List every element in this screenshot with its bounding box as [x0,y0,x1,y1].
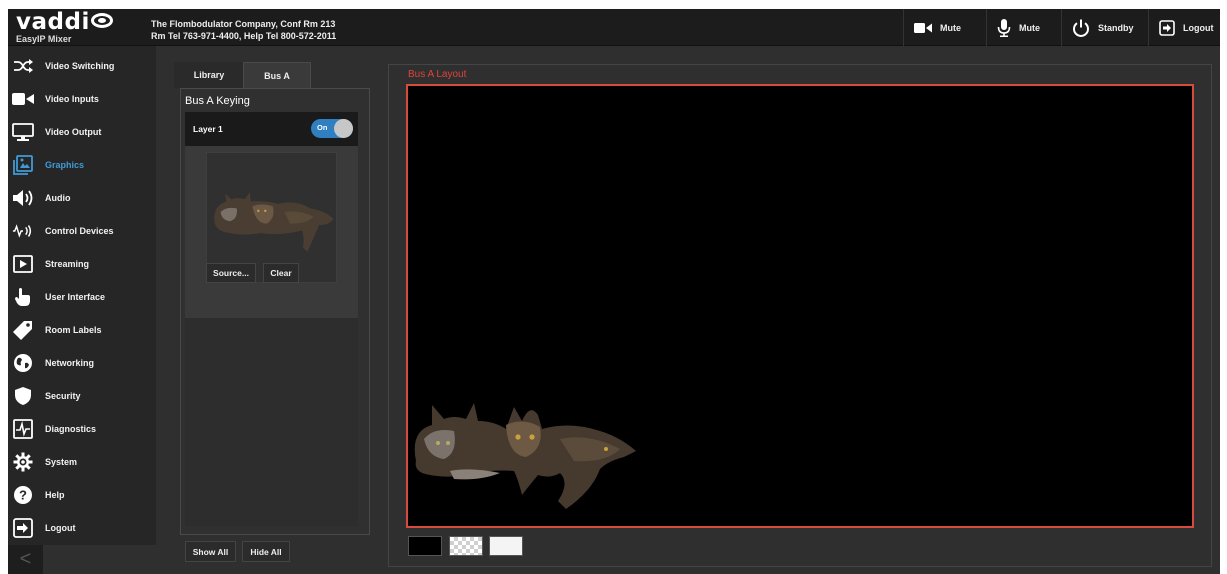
sidebar-item-label: Diagnostics [45,424,97,434]
company-line: The Flombodulator Company, Conf Rm 213 [151,19,336,29]
monitor-icon [12,121,34,143]
hide-all-button[interactable]: Hide All [242,541,290,562]
hand-pointer-icon [12,286,34,308]
sidebar-item-video-switching[interactable]: Video Switching [8,50,156,82]
gear-icon [12,451,34,473]
audio-mute-button[interactable]: Mute [986,9,1058,46]
video-mute-button[interactable]: Mute [903,9,978,46]
tab-bus-a[interactable]: Bus A [243,62,311,88]
sidebar-item-help[interactable]: ? Help [8,479,156,511]
product-name: EasyIP Mixer [16,34,72,44]
sidebar-item-audio[interactable]: Audio [8,182,156,214]
sidebar-item-diagnostics[interactable]: Diagnostics [8,413,156,445]
layer-header: Layer 1 On [185,112,358,146]
layout-title: Bus A Layout [408,69,467,80]
sidebar: Video Switching Video Inputs Video Outpu… [8,46,156,545]
sidebar-item-label: Graphics [45,160,85,170]
swatch-white[interactable] [489,536,523,556]
layer-on-toggle[interactable]: On [311,119,353,138]
logo-o-mark [90,13,113,28]
sidebar-item-logout[interactable]: Logout [8,512,156,544]
sidebar-item-video-inputs[interactable]: Video Inputs [8,83,156,115]
layer-list-empty-area [185,318,358,526]
power-icon [1073,19,1089,37]
graphics-icon [12,154,34,176]
sidebar-collapse-button[interactable]: < [8,545,43,574]
toggle-knob [334,119,353,138]
keying-panel: Library Bus A Bus A Keying Layer 1 On So… [168,59,381,567]
header-logout-button[interactable]: Logout [1148,9,1220,46]
sidebar-item-label: Networking [45,358,95,368]
control-signal-icon [12,220,34,242]
keying-title: Bus A Keying [185,95,250,107]
tab-library[interactable]: Library [174,62,244,88]
sidebar-item-networking[interactable]: Networking [8,347,156,379]
video-camera-icon [12,88,34,110]
logo-word: vaddi [16,9,90,35]
sidebar-item-label: Logout [45,523,76,533]
swatch-checkerboard[interactable] [449,536,483,556]
help-icon: ? [12,484,34,506]
swatch-black[interactable] [408,536,442,556]
shield-icon [12,385,34,407]
vaddio-logo: vaddi EasyIP Mixer [16,11,146,45]
sidebar-item-label: User Interface [45,292,106,302]
audio-mute-label: Mute [1019,22,1040,33]
sidebar-item-security[interactable]: Security [8,380,156,412]
shuffle-icon [12,55,34,77]
sidebar-item-graphics[interactable]: Graphics [8,149,156,181]
tag-icon [12,319,34,341]
layout-preview-canvas[interactable] [406,84,1194,528]
clear-button[interactable]: Clear [263,263,299,283]
sidebar-item-label: Security [45,391,81,401]
sidebar-item-video-output[interactable]: Video Output [8,116,156,148]
play-icon [12,253,34,275]
sidebar-item-label: System [45,457,78,467]
sidebar-item-label: Control Devices [45,226,114,236]
toggle-label: On [317,123,328,132]
sidebar-item-streaming[interactable]: Streaming [8,248,156,280]
standby-label: Standby [1098,22,1134,33]
sidebar-item-label: Audio [45,193,71,203]
sidebar-item-system[interactable]: System [8,446,156,478]
show-all-button[interactable]: Show All [185,541,236,562]
source-button[interactable]: Source... [206,263,256,283]
video-camera-icon [914,22,932,33]
room-info: The Flombodulator Company, Conf Rm 213 R… [151,18,336,42]
sidebar-item-control-devices[interactable]: Control Devices [8,215,156,247]
sidebar-item-room-labels[interactable]: Room Labels [8,314,156,346]
header-logout-label: Logout [1183,22,1214,33]
sidebar-item-label: Video Inputs [45,94,99,104]
standby-button[interactable]: Standby [1061,9,1147,46]
phone-line: Rm Tel 763-971-4400, Help Tel 800-572-20… [151,31,337,41]
layer-body: Source... Clear [185,146,358,318]
top-header: vaddi EasyIP Mixer The Flombodulator Com… [8,9,1220,46]
sidebar-item-label: Video Switching [45,61,115,71]
sidebar-item-label: Help [45,490,65,500]
svg-text:?: ? [19,488,27,503]
globe-icon [12,352,34,374]
video-mute-label: Mute [940,22,961,33]
sidebar-item-label: Room Labels [45,325,102,335]
sidebar-item-label: Streaming [45,259,90,269]
app-window: vaddi EasyIP Mixer The Flombodulator Com… [8,9,1220,574]
logout-icon [1159,19,1175,36]
logout-icon [12,517,34,539]
pulse-icon [12,418,34,440]
cats-graphic-layer[interactable] [408,86,1192,526]
microphone-icon [997,18,1011,37]
sidebar-item-label: Video Output [45,127,102,137]
layer-label: Layer 1 [193,124,223,134]
sidebar-item-user-interface[interactable]: User Interface [8,281,156,313]
speaker-icon [12,187,34,209]
